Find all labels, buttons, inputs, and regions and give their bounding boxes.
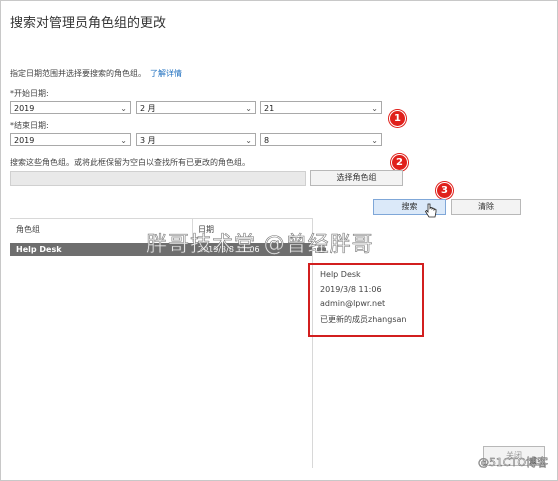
column-header-role-group[interactable]: 角色组: [16, 224, 40, 235]
clear-button[interactable]: 清除: [451, 199, 521, 215]
chevron-down-icon: ⌄: [120, 136, 127, 145]
step-badge-1: 1: [389, 110, 406, 127]
detail-role-name: Help Desk: [320, 270, 361, 279]
end-day-select[interactable]: 8 ⌄: [260, 133, 382, 146]
page-title: 搜索对管理员角色组的更改: [10, 16, 167, 31]
start-date-label: *开始日期:: [10, 89, 49, 98]
detail-date: 2019/3/8 11:06: [320, 285, 382, 294]
role-group-input[interactable]: [10, 171, 306, 186]
search-hint: 搜索这些角色组。或将此框保留为空白以查找所有已更改的角色组。: [10, 158, 250, 167]
table-top-border: [10, 218, 312, 219]
watermark-text: 胖哥技术堂 @曾经胖哥: [146, 232, 374, 257]
description: 指定日期范围并选择要搜索的角色组。 了解详情: [10, 68, 182, 79]
step-badge-3: 3: [436, 182, 453, 199]
chevron-down-icon: ⌄: [371, 136, 378, 145]
start-month-select[interactable]: 2 月 ⌄: [136, 101, 256, 114]
start-day-select[interactable]: 21 ⌄: [260, 101, 382, 114]
end-date-label: *结束日期:: [10, 121, 49, 130]
row-role-group: Help Desk: [16, 245, 62, 254]
end-year-select[interactable]: 2019 ⌄: [10, 133, 131, 146]
select-role-group-button[interactable]: 选择角色组: [310, 170, 403, 186]
end-month-select[interactable]: 3 月 ⌄: [136, 133, 256, 146]
corner-watermark: @51CTO博客: [477, 456, 549, 470]
step-badge-2: 2: [391, 154, 408, 171]
detail-user: admin@lpwr.net: [320, 299, 386, 308]
learn-more-link[interactable]: 了解详情: [150, 69, 182, 78]
description-text: 指定日期范围并选择要搜索的角色组。: [10, 69, 146, 78]
chevron-down-icon: ⌄: [120, 104, 127, 113]
hand-cursor-icon: [424, 203, 437, 218]
chevron-down-icon: ⌄: [245, 104, 252, 113]
chevron-down-icon: ⌄: [371, 104, 378, 113]
chevron-down-icon: ⌄: [245, 136, 252, 145]
detail-change: 已更新的成员zhangsan: [320, 315, 407, 324]
start-year-select[interactable]: 2019 ⌄: [10, 101, 131, 114]
